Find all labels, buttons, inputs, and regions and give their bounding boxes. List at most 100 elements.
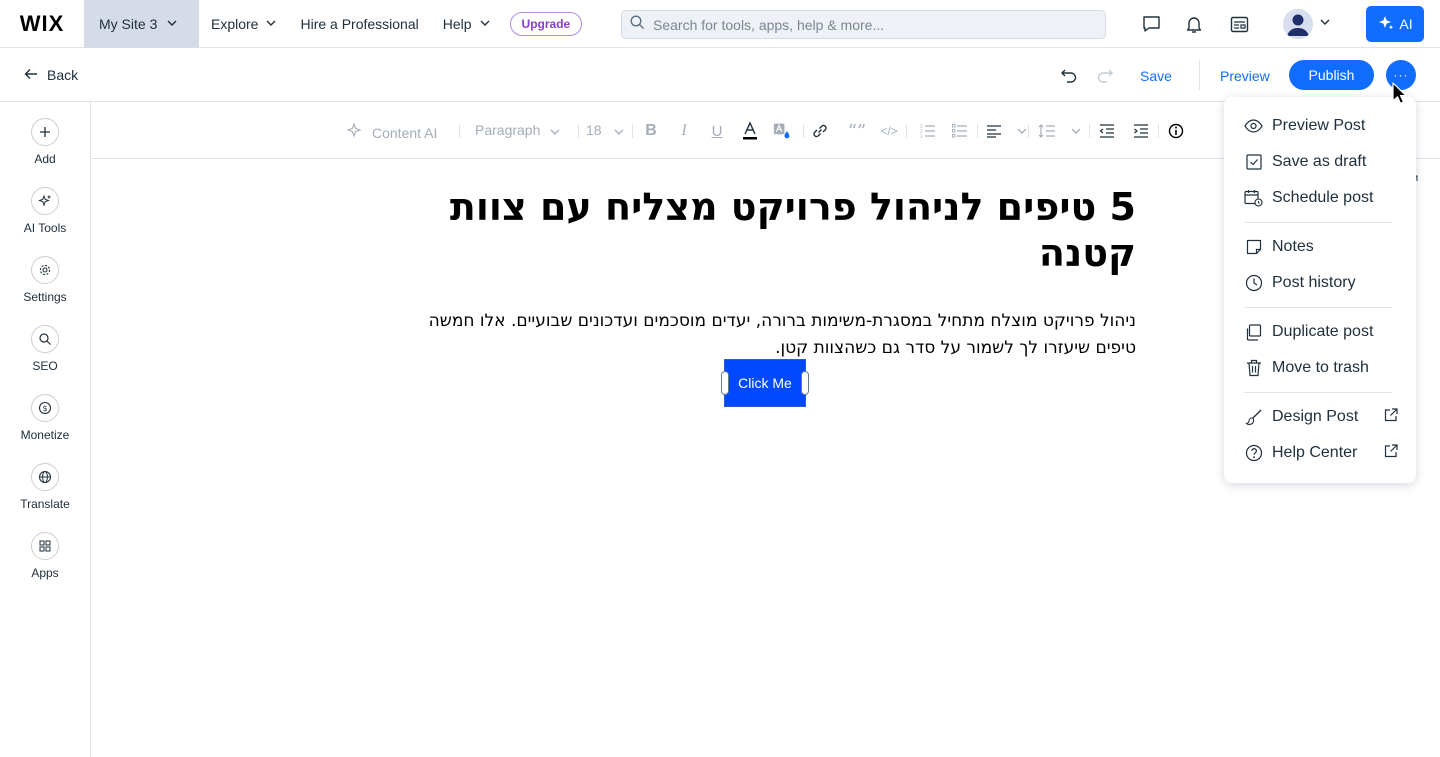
sidebar-item-apps[interactable]: Apps (0, 532, 90, 580)
menu-item-post-history[interactable]: Post history (1244, 271, 1396, 295)
cta-button[interactable]: Click Me (724, 359, 806, 407)
resize-handle-left[interactable] (721, 371, 729, 395)
eye-icon (1244, 117, 1263, 136)
highlight-color-icon[interactable] (773, 122, 791, 140)
chevron-down-icon (614, 122, 624, 138)
redo-icon[interactable] (1096, 66, 1114, 84)
divider (906, 124, 907, 138)
brush-icon (1244, 408, 1263, 427)
menu-divider (1244, 222, 1392, 223)
editor-action-bar: Back Save Preview Publish ··· (0, 48, 1440, 102)
menu-divider (1244, 307, 1392, 308)
upgrade-button[interactable]: Upgrade (509, 11, 583, 36)
chevron-down-icon[interactable] (1320, 17, 1330, 28)
divider (1199, 60, 1200, 90)
line-spacing-icon[interactable] (1038, 122, 1056, 140)
nav-explore[interactable]: Explore (211, 0, 276, 48)
divider (578, 124, 579, 138)
ai-label: AI (1399, 16, 1413, 32)
paragraph-style-select[interactable]: Paragraph (475, 122, 560, 138)
top-bar: WIX My Site 3 Explore Hire a Professiona… (0, 0, 1440, 48)
info-icon[interactable] (1167, 122, 1185, 140)
menu-item-design-post[interactable]: Design Post (1244, 405, 1398, 429)
bell-icon[interactable] (1182, 12, 1206, 36)
menu-item-move-to-trash[interactable]: Move to trash (1244, 356, 1396, 380)
undo-icon[interactable] (1060, 66, 1078, 84)
arrow-left-icon (24, 67, 38, 83)
menu-item-help-center[interactable]: Help Center (1244, 441, 1398, 465)
menu-item-schedule-post[interactable]: Schedule post (1244, 186, 1396, 210)
search-input[interactable] (653, 16, 1083, 33)
menu-item-label: Notes (1272, 238, 1314, 255)
search-bar[interactable] (621, 10, 1106, 39)
chevron-down-icon (480, 18, 490, 29)
sidebar-item-translate[interactable]: Translate (0, 463, 90, 511)
menu-item-save-draft[interactable]: Save as draft (1244, 150, 1396, 174)
back-button[interactable]: Back (24, 67, 78, 83)
divider (1158, 124, 1159, 138)
clock-icon (1244, 274, 1263, 293)
sidebar-item-add[interactable]: Add (0, 118, 90, 166)
note-icon (1244, 238, 1263, 257)
chevron-down-icon (550, 122, 560, 138)
save-button[interactable]: Save (1140, 68, 1172, 84)
site-name: My Site 3 (99, 15, 158, 32)
menu-item-preview-post[interactable]: Preview Post (1244, 114, 1396, 138)
publish-button[interactable]: Publish (1289, 60, 1374, 90)
site-selector[interactable]: My Site 3 (84, 0, 199, 48)
divider (1028, 124, 1029, 138)
ai-button[interactable]: AI (1366, 6, 1424, 42)
menu-item-label: Preview Post (1272, 117, 1366, 134)
help-icon (1244, 444, 1263, 463)
content-ai-button[interactable]: Content AI (346, 122, 437, 143)
sidebar-item-seo[interactable]: SEO (0, 325, 90, 373)
post-body[interactable]: ניהול פרויקט מוצלח מתחיל במסגרת-משימות ב… (400, 308, 1136, 362)
quote-icon[interactable]: “” (848, 121, 866, 142)
underline-icon[interactable]: U (708, 122, 726, 140)
more-actions-menu: Preview Post Save as draft Schedule post… (1224, 97, 1416, 483)
sparkle-icon (1377, 14, 1395, 35)
plus-icon (31, 118, 59, 146)
bulleted-list-icon[interactable] (951, 122, 969, 140)
text-color-icon[interactable] (741, 121, 759, 140)
nav-hire-label: Hire a Professional (300, 15, 419, 32)
sidebar-item-monetize[interactable]: $ Monetize (0, 394, 90, 442)
dashboard-icon[interactable] (1227, 12, 1251, 36)
font-size-select[interactable]: 18 (586, 122, 624, 138)
sparkle-icon (346, 122, 364, 143)
nav-help[interactable]: Help (443, 0, 490, 48)
sidebar-item-settings[interactable]: Settings (0, 256, 90, 304)
sidebar-item-ai-tools[interactable]: AI Tools (0, 187, 90, 235)
chevron-down-icon (266, 18, 276, 29)
link-icon[interactable] (811, 122, 829, 140)
sidebar-item-label: Add (34, 152, 56, 166)
gear-icon (31, 256, 59, 284)
sidebar-item-label: AI Tools (23, 221, 67, 235)
post-title[interactable]: 5 טיפים לניהול פרויקט מצליח עם צוות קטנה (400, 184, 1136, 276)
decrease-indent-icon[interactable] (1098, 122, 1116, 140)
paragraph-label: Paragraph (475, 122, 541, 138)
wix-logo[interactable]: WIX (0, 0, 84, 48)
align-left-icon[interactable] (985, 122, 1003, 140)
code-block-icon[interactable]: </> (880, 122, 898, 140)
menu-item-duplicate-post[interactable]: Duplicate post (1244, 320, 1396, 344)
preview-button[interactable]: Preview (1220, 68, 1270, 84)
chat-icon[interactable] (1139, 12, 1163, 36)
menu-item-notes[interactable]: Notes (1244, 235, 1396, 259)
italic-icon[interactable]: I (675, 122, 693, 140)
chevron-down-icon[interactable] (1067, 122, 1085, 140)
menu-item-label: Schedule post (1272, 189, 1374, 206)
content-ai-label: Content AI (372, 124, 438, 141)
svg-text:$: $ (42, 404, 47, 413)
calendar-icon (1244, 189, 1263, 208)
increase-indent-icon[interactable] (1132, 122, 1150, 140)
external-link-icon (1384, 408, 1398, 427)
numbered-list-icon[interactable]: 123 (919, 122, 937, 140)
bold-icon[interactable]: B (642, 122, 660, 140)
resize-handle-right[interactable] (801, 371, 809, 395)
nav-hire-professional[interactable]: Hire a Professional (300, 0, 418, 48)
menu-item-label: Design Post (1272, 408, 1359, 425)
trash-icon (1244, 359, 1263, 378)
menu-item-label: Save as draft (1272, 153, 1367, 170)
avatar[interactable] (1283, 9, 1313, 39)
